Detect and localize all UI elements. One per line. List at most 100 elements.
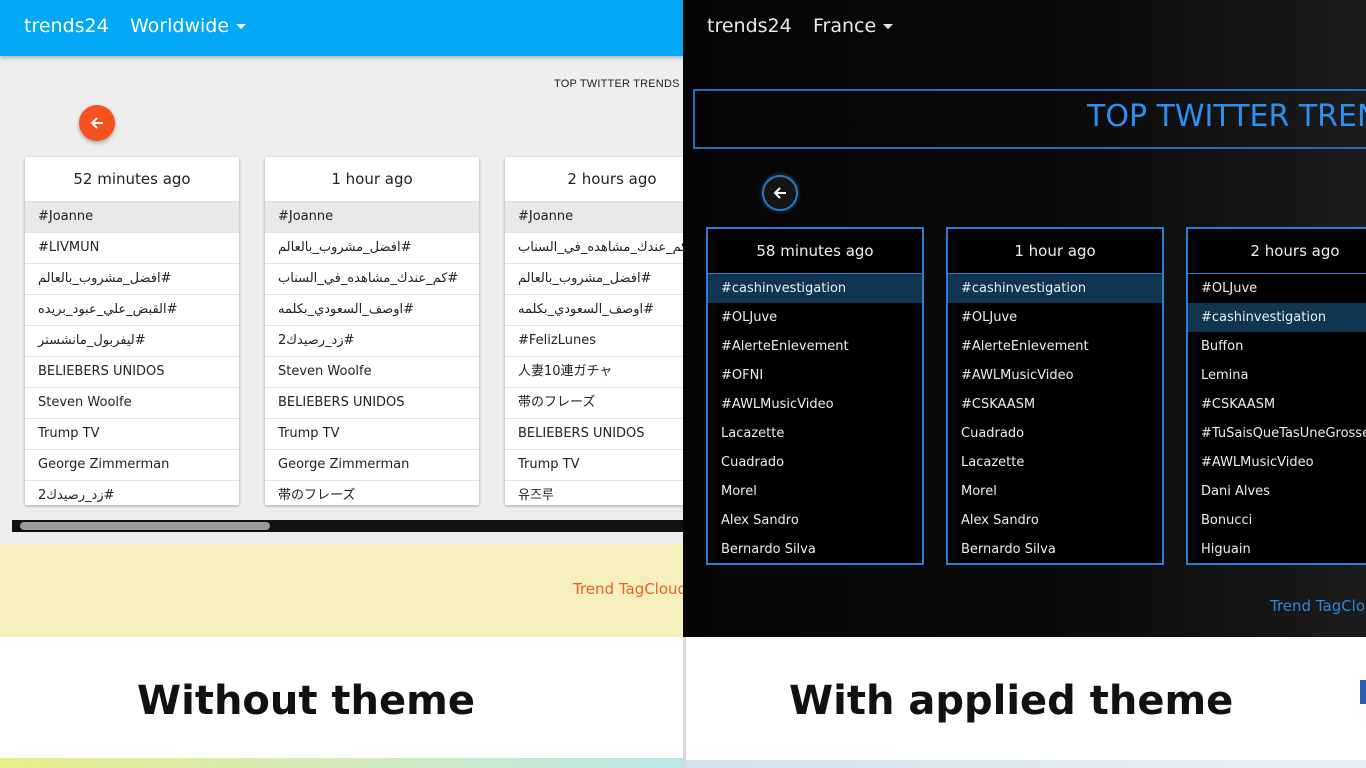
card-time: 2 hours ago <box>505 157 683 202</box>
trend-item[interactable]: Bonucci <box>1188 506 1366 535</box>
tagcloud-link[interactable]: Trend TagCloud <box>573 580 683 598</box>
arrow-left-icon <box>90 117 103 129</box>
back-button[interactable] <box>762 175 798 211</box>
region-label: France <box>813 15 877 37</box>
arrow-left-icon <box>773 187 786 199</box>
trend-item[interactable]: Dani Alves <box>1188 477 1366 506</box>
trend-item[interactable]: #Joanne <box>505 202 683 233</box>
brand-link[interactable]: trends24 <box>707 15 792 37</box>
trend-item[interactable]: Alex Sandro <box>708 506 922 535</box>
trend-item[interactable]: #كم_عندك_مشاهده_في_السناب <box>505 233 683 264</box>
trend-item[interactable]: #OFNI <box>708 361 922 390</box>
caption-left: Without theme <box>137 678 475 724</box>
trend-item[interactable]: #LIVMUN <box>25 233 239 264</box>
region-dropdown[interactable]: Worldwide <box>130 15 247 37</box>
trend-item[interactable]: Lacazette <box>708 419 922 448</box>
trend-item[interactable]: Alex Sandro <box>948 506 1162 535</box>
trend-item[interactable]: George Zimmerman <box>265 450 479 481</box>
trend-card: 1 hour ago #cashinvestigation #OLJuve #Ale… <box>946 227 1164 565</box>
trend-item[interactable]: #AlerteEnlevement <box>948 332 1162 361</box>
trend-item[interactable]: George Zimmerman <box>25 450 239 481</box>
trend-item[interactable]: #افضل_مشروب_بالعالم <box>265 233 479 264</box>
trend-item[interactable]: #اوصف_السعودي_بكلمه <box>505 295 683 326</box>
trend-item[interactable]: 유즈루 <box>505 481 683 512</box>
trend-item[interactable]: 人妻10連ガチャ <box>505 357 683 388</box>
trend-item[interactable]: #AWLMusicVideo <box>708 390 922 419</box>
themed-screenshot: trends24 France TOP TWITTER TRENDS 58 mi… <box>683 0 1366 637</box>
trend-item[interactable]: Steven Woolfe <box>265 357 479 388</box>
trend-item[interactable]: #TuSaisQueTasUneGrossePo <box>1188 419 1366 448</box>
trend-item[interactable]: #OLJuve <box>708 303 922 332</box>
trend-item[interactable]: 帯のフレーズ <box>265 481 479 512</box>
trend-card: 52 minutes ago #Joanne #LIVMUN #افضل_مشروب… <box>25 157 239 512</box>
trend-item[interactable]: #كم_عندك_مشاهده_في_السناب <box>265 264 479 295</box>
trend-item[interactable]: #ليفربول_مانشستر <box>25 326 239 357</box>
trend-item[interactable]: #cashinvestigation <box>1188 303 1366 332</box>
trend-item[interactable]: #اوصف_السعودي_بكلمه <box>265 295 479 326</box>
caret-down-icon <box>883 24 894 29</box>
trend-item[interactable]: #FelizLunes <box>505 326 683 357</box>
trend-card: 58 minutes ago #cashinvestigation #OLJuve… <box>706 227 924 565</box>
trend-item[interactable]: Morel <box>708 477 922 506</box>
brand-link[interactable]: trends24 <box>24 15 109 37</box>
horizontal-scrollbar[interactable] <box>12 520 683 532</box>
trend-item[interactable]: #AlerteEnlevement <box>708 332 922 361</box>
region-label: Worldwide <box>130 15 230 37</box>
trend-card: 2 hours ago #OLJuve #cashinvestigation Buf… <box>1186 227 1366 565</box>
tagcloud-link[interactable]: Trend TagClou <box>1270 597 1366 615</box>
bottom-strip <box>0 758 683 768</box>
trend-item[interactable]: Higuain <box>1188 535 1366 564</box>
card-time: 1 hour ago <box>265 157 479 202</box>
trend-item[interactable]: #افضل_مشروب_بالعالم <box>25 264 239 295</box>
trend-item[interactable]: Morel <box>948 477 1162 506</box>
trend-item[interactable]: Lemina <box>1188 361 1366 390</box>
trend-item[interactable]: Trump TV <box>265 419 479 450</box>
card-time: 52 minutes ago <box>25 157 239 202</box>
trend-item[interactable]: #زد_رصيدك2 <box>265 326 479 357</box>
bottom-strip <box>686 760 1366 768</box>
footer: Trend TagCloud <box>0 544 683 637</box>
trend-item[interactable]: BELIEBERS UNIDOS <box>25 357 239 388</box>
trend-item[interactable]: #افضل_مشروب_بالعالم <box>505 264 683 295</box>
trend-item[interactable]: 帯のフレーズ <box>505 388 683 419</box>
page-title: TOP TWITTER TRENDS FO <box>554 78 683 90</box>
trend-item[interactable]: #AWLMusicVideo <box>1188 448 1366 477</box>
trend-item[interactable]: #OLJuve <box>948 303 1162 332</box>
trend-item[interactable]: #cashinvestigation <box>948 274 1162 303</box>
trend-item[interactable]: #القبض_علي_عبود_بريده <box>25 295 239 326</box>
card-time: 58 minutes ago <box>708 229 922 274</box>
trend-card: 2 hours ago #Joanne #كم_عندك_مشاهده_في_ال… <box>505 157 683 512</box>
trend-item[interactable]: Steven Woolfe <box>25 388 239 419</box>
trend-item[interactable]: #CSKAASM <box>948 390 1162 419</box>
trend-item[interactable]: Lacazette <box>948 448 1162 477</box>
trend-item[interactable]: #Joanne <box>25 202 239 233</box>
edge-mark <box>1360 680 1366 704</box>
unthemed-screenshot: trends24 Worldwide TOP TWITTER TRENDS FO… <box>0 0 683 637</box>
trend-item[interactable]: Trump TV <box>505 450 683 481</box>
trend-item[interactable]: #cashinvestigation <box>708 274 922 303</box>
trend-item[interactable]: Cuadrado <box>948 419 1162 448</box>
trend-item[interactable]: #Joanne <box>265 202 479 233</box>
trend-item[interactable]: Buffon <box>1188 332 1366 361</box>
region-dropdown[interactable]: France <box>813 15 894 37</box>
scroll-thumb[interactable] <box>20 522 270 530</box>
trend-item[interactable]: #OLJuve <box>1188 274 1366 303</box>
trend-card: 1 hour ago #Joanne #افضل_مشروب_بالعالم #كم… <box>265 157 479 512</box>
trend-item[interactable]: Trump TV <box>25 419 239 450</box>
caret-down-icon <box>236 24 247 29</box>
navbar: trends24 France <box>683 0 1366 56</box>
trend-item[interactable]: #زد_رصيدك2 <box>25 481 239 512</box>
trend-item[interactable]: BELIEBERS UNIDOS <box>505 419 683 450</box>
trend-item[interactable]: BELIEBERS UNIDOS <box>265 388 479 419</box>
trend-item[interactable]: Bernardo Silva <box>708 535 922 564</box>
card-time: 1 hour ago <box>948 229 1162 274</box>
trend-item[interactable]: #CSKAASM <box>1188 390 1366 419</box>
back-button[interactable] <box>79 105 115 141</box>
caption-right: With applied theme <box>789 678 1234 724</box>
navbar: trends24 Worldwide <box>0 0 683 56</box>
trend-item[interactable]: Cuadrado <box>708 448 922 477</box>
trend-item[interactable]: #AWLMusicVideo <box>948 361 1162 390</box>
page-title: TOP TWITTER TRENDS <box>1087 99 1366 134</box>
divider <box>683 637 686 768</box>
trend-item[interactable]: Bernardo Silva <box>948 535 1162 564</box>
